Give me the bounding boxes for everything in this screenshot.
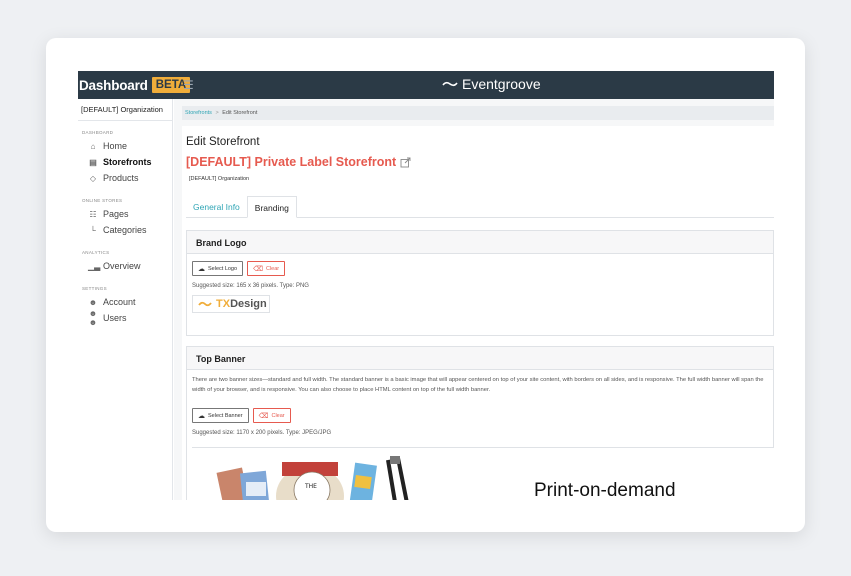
logo-size-hint: Suggested size: 165 x 36 pixels. Type: P… — [192, 283, 309, 289]
wave-icon — [198, 301, 212, 306]
sidebar-item-storefronts[interactable]: ▤ Storefronts — [78, 154, 172, 170]
top-banner-heading: Top Banner — [187, 347, 773, 370]
sidebar-section-analytics: ANALYTICS — [82, 250, 110, 255]
upload-icon: ☁ — [198, 265, 205, 273]
select-banner-button[interactable]: ☁ Select Banner — [192, 408, 249, 423]
sidebar-item-label: Home — [103, 141, 128, 151]
logo-preview-text: TXDesign — [216, 298, 267, 310]
store-title-text: [DEFAULT] Private Label Storefront — [186, 155, 397, 169]
sidebar: [DEFAULT] Organization DASHBOARD ⌂ Home … — [78, 99, 173, 500]
top-banner-description: There are two banner sizes—standard and … — [192, 377, 764, 393]
sidebar-item-pages[interactable]: ☷ Pages — [78, 206, 172, 222]
trash-icon: ⌫ — [258, 412, 269, 420]
banner-size-hint: Suggested size: 1170 x 200 pixels. Type:… — [192, 430, 332, 436]
sidebar-section-online-stores: ONLINE STORES — [82, 198, 123, 203]
banner-headline: Print-on-demand — [534, 480, 676, 500]
tag-icon: ◇ — [89, 173, 97, 183]
select-logo-button[interactable]: ☁ Select Logo — [192, 261, 244, 276]
sidebar-item-home[interactable]: ⌂ Home — [78, 138, 172, 154]
sidebar-section-settings: SETTINGS — [82, 286, 107, 291]
sidebar-item-overview[interactable]: ▁▃ Overview — [78, 258, 172, 274]
chart-icon: ▁▃ — [88, 261, 101, 271]
sidebar-item-account[interactable]: ☻ Account — [78, 294, 172, 310]
users-icon: ☻☻ — [88, 309, 98, 327]
sidebar-item-label: Storefronts — [103, 157, 152, 167]
logo-prefix: TX — [216, 298, 231, 310]
clear-banner-label: Clear — [271, 412, 285, 419]
breadcrumb-link-storefronts[interactable]: Storefronts — [185, 110, 212, 116]
sidebar-item-categories[interactable]: └ Categories — [78, 222, 172, 238]
top-bar: Dashboard BETA ☰ Eventgroove — [78, 71, 774, 99]
sidebar-section-dashboard: DASHBOARD — [82, 130, 114, 135]
sidebar-item-users[interactable]: ☻☻ Users — [78, 309, 172, 327]
logo-text: Eventgroove — [462, 76, 541, 92]
sidebar-item-label: Users — [103, 313, 127, 323]
account-icon: ☻ — [88, 297, 98, 307]
screenshot-card: Dashboard BETA ☰ Eventgroove [DEFAULT] O… — [46, 38, 805, 532]
breadcrumb: Storefronts > Edit Storefront — [182, 106, 774, 120]
edit-panel: Edit Storefront [DEFAULT] Private Label … — [182, 126, 774, 500]
breadcrumb-separator: > — [215, 110, 219, 116]
sidebar-item-label: Categories — [103, 225, 147, 235]
banner-preview: THE Print-on-demand — [192, 447, 774, 500]
page-title: Edit Storefront — [186, 136, 260, 148]
app-window: Dashboard BETA ☰ Eventgroove [DEFAULT] O… — [78, 71, 774, 500]
logo-preview: TXDesign — [192, 295, 270, 313]
select-logo-label: Select Logo — [208, 265, 238, 272]
tab-general-info[interactable]: General Info — [186, 196, 247, 218]
sidebar-item-label: Account — [103, 297, 136, 307]
breadcrumb-current: Edit Storefront — [222, 110, 258, 116]
home-icon: ⌂ — [90, 141, 96, 151]
clear-banner-button[interactable]: ⌫ Clear — [252, 408, 291, 423]
wave-icon — [442, 81, 458, 87]
sidebar-item-label: Overview — [103, 261, 141, 271]
clear-logo-button[interactable]: ⌫ Clear — [247, 261, 286, 276]
select-banner-label: Select Banner — [208, 412, 243, 419]
brand-name: Dashboard — [79, 77, 148, 93]
tab-bar: General Info Branding — [186, 196, 774, 218]
brand-logo-card: Brand Logo ☁ Select Logo ⌫ Clear Suggest… — [186, 230, 774, 336]
sidebar-item-label: Pages — [103, 209, 129, 219]
trash-icon: ⌫ — [253, 265, 263, 273]
logo-suffix: Design — [230, 298, 267, 310]
external-link-icon[interactable] — [400, 157, 411, 168]
eventgroove-logo: Eventgroove — [442, 76, 541, 92]
store-title[interactable]: [DEFAULT] Private Label Storefront — [186, 155, 411, 169]
clear-logo-label: Clear — [265, 265, 280, 272]
pages-icon: ☷ — [89, 209, 97, 219]
banner-small-text: THE — [304, 483, 317, 490]
tab-branding[interactable]: Branding — [246, 196, 297, 218]
sidebar-org[interactable]: [DEFAULT] Organization — [78, 99, 172, 121]
main-content: Storefronts > Edit Storefront Edit Store… — [174, 99, 774, 500]
categories-icon: └ — [90, 225, 96, 235]
storefront-icon: ▤ — [89, 157, 97, 167]
sidebar-item-products[interactable]: ◇ Products — [78, 170, 172, 186]
top-banner-card: Top Banner There are two banner sizes—st… — [186, 346, 774, 500]
upload-icon: ☁ — [198, 412, 205, 420]
store-org: [DEFAULT] Organization — [189, 176, 250, 182]
brand-logo-heading: Brand Logo — [187, 231, 773, 254]
hamburger-icon[interactable]: ☰ — [183, 78, 194, 92]
banner-products-image: THE — [216, 456, 409, 500]
brand[interactable]: Dashboard BETA — [78, 71, 191, 99]
sidebar-item-label: Products — [103, 173, 139, 183]
